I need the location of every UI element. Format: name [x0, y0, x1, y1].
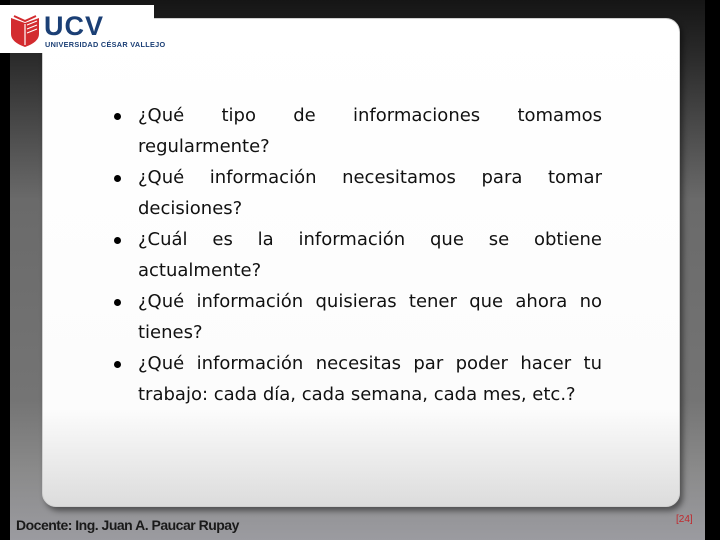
bullet-text: ¿Qué tipo de informaciones tomamos regul…	[138, 105, 602, 157]
page-number: [24]	[676, 514, 693, 525]
bullet-text: ¿Qué información necesitas par poder hac…	[138, 353, 602, 405]
bullet-icon	[114, 175, 121, 182]
list-item: ¿Cuál es la información que se obtiene a…	[112, 224, 602, 286]
instructor-label: Docente: Ing. Juan A. Paucar Rupay	[16, 517, 239, 533]
logo-wordmark: UCV	[44, 11, 105, 41]
bullet-icon	[114, 113, 121, 120]
list-item: ¿Qué tipo de informaciones tomamos regul…	[112, 100, 602, 162]
list-item: ¿Qué información necesitamos para tomar …	[112, 162, 602, 224]
shield-book-icon	[11, 15, 39, 47]
bullet-text: ¿Cuál es la información que se obtiene a…	[138, 229, 602, 281]
bullet-icon	[114, 237, 121, 244]
bullet-text: ¿Qué información necesitamos para tomar …	[138, 167, 602, 219]
bullet-icon	[114, 299, 121, 306]
bullet-list: ¿Qué tipo de informaciones tomamos regul…	[112, 100, 602, 410]
university-logo: UCV UNIVERSIDAD CÉSAR VALLEJO	[0, 5, 165, 53]
list-item: ¿Qué información quisieras tener que aho…	[112, 286, 602, 348]
bullet-text: ¿Qué información quisieras tener que aho…	[138, 291, 602, 343]
logo-subtitle: UNIVERSIDAD CÉSAR VALLEJO	[45, 40, 166, 49]
list-item: ¿Qué información necesitas par poder hac…	[112, 348, 602, 410]
bullet-icon	[114, 361, 121, 368]
